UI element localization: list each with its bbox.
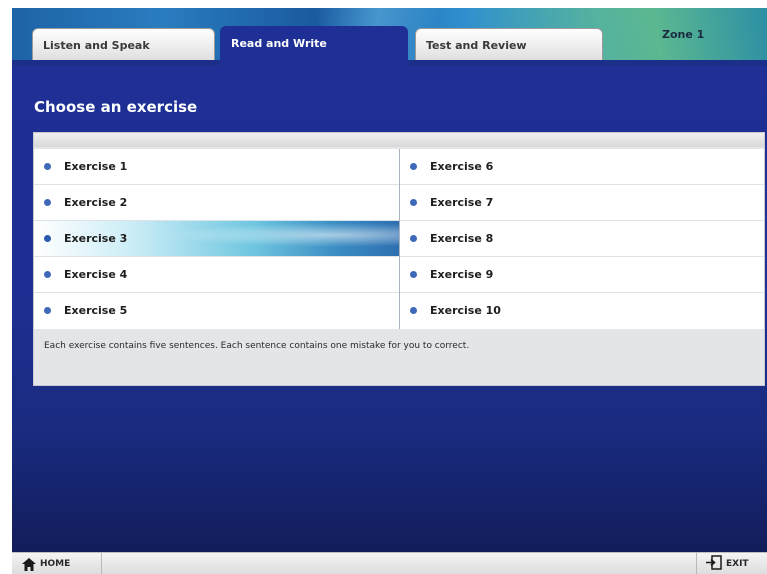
exercise-label: Exercise 9 — [430, 268, 494, 281]
footer-bar: HOME EXIT — [12, 552, 767, 574]
exercise-item-5[interactable]: Exercise 5 — [34, 293, 399, 329]
footer-divider — [101, 553, 102, 574]
exercise-item-10[interactable]: Exercise 10 — [400, 293, 764, 329]
exercise-description: Each exercise contains five sentences. E… — [44, 341, 470, 351]
home-label: HOME — [40, 559, 71, 569]
exercise-label: Exercise 2 — [64, 196, 128, 209]
bullet-icon — [410, 307, 417, 314]
bullet-icon — [410, 163, 417, 170]
exercise-label: Exercise 10 — [430, 304, 501, 317]
exercise-label: Exercise 4 — [64, 268, 128, 281]
panel-header-bar — [34, 133, 764, 147]
house-icon — [22, 557, 36, 571]
bullet-icon — [44, 271, 51, 278]
exercise-item-3[interactable]: Exercise 3 — [34, 221, 399, 257]
page-title: Choose an exercise — [34, 98, 198, 116]
exercise-item-1[interactable]: Exercise 1 — [34, 149, 399, 185]
zone-label: Zone 1 — [662, 28, 705, 41]
header-banner: Listen and Speak Read and Write Test and… — [12, 8, 767, 68]
exercise-item-9[interactable]: Exercise 9 — [400, 257, 764, 293]
exit-icon — [706, 555, 722, 573]
bullet-icon — [44, 307, 51, 314]
bullet-icon — [410, 199, 417, 206]
exercise-column-right: Exercise 6 Exercise 7 Exercise 8 Exercis… — [400, 149, 764, 329]
exercise-item-2[interactable]: Exercise 2 — [34, 185, 399, 221]
exercise-label: Exercise 6 — [430, 160, 494, 173]
exercise-item-6[interactable]: Exercise 6 — [400, 149, 764, 185]
tab-test-and-review[interactable]: Test and Review — [415, 28, 603, 64]
tab-read-and-write[interactable]: Read and Write — [220, 26, 408, 68]
exercise-item-8[interactable]: Exercise 8 — [400, 221, 764, 257]
bullet-icon — [410, 271, 417, 278]
exercise-label: Exercise 3 — [64, 232, 128, 245]
exit-label: EXIT — [726, 559, 749, 569]
bullet-icon — [44, 235, 51, 242]
bullet-icon — [44, 199, 51, 206]
exercise-label: Exercise 7 — [430, 196, 494, 209]
main-content: Choose an exercise Exercise 1 Exercise 2 — [12, 66, 767, 552]
exercise-item-4[interactable]: Exercise 4 — [34, 257, 399, 293]
exit-button[interactable]: EXIT — [706, 555, 749, 573]
exercise-item-7[interactable]: Exercise 7 — [400, 185, 764, 221]
bullet-icon — [410, 235, 417, 242]
footer-divider — [696, 553, 697, 574]
app-frame: Listen and Speak Read and Write Test and… — [12, 8, 767, 574]
exercise-grid: Exercise 1 Exercise 2 Exercise 3 Exercis… — [34, 149, 764, 329]
home-button[interactable]: HOME — [22, 555, 70, 573]
exercise-column-left: Exercise 1 Exercise 2 Exercise 3 Exercis… — [34, 149, 400, 329]
exercise-panel: Exercise 1 Exercise 2 Exercise 3 Exercis… — [33, 132, 765, 386]
exercise-label: Exercise 1 — [64, 160, 128, 173]
bullet-icon — [44, 163, 51, 170]
tab-listen-and-speak[interactable]: Listen and Speak — [32, 28, 215, 64]
exercise-label: Exercise 8 — [430, 232, 494, 245]
exercise-label: Exercise 5 — [64, 304, 128, 317]
